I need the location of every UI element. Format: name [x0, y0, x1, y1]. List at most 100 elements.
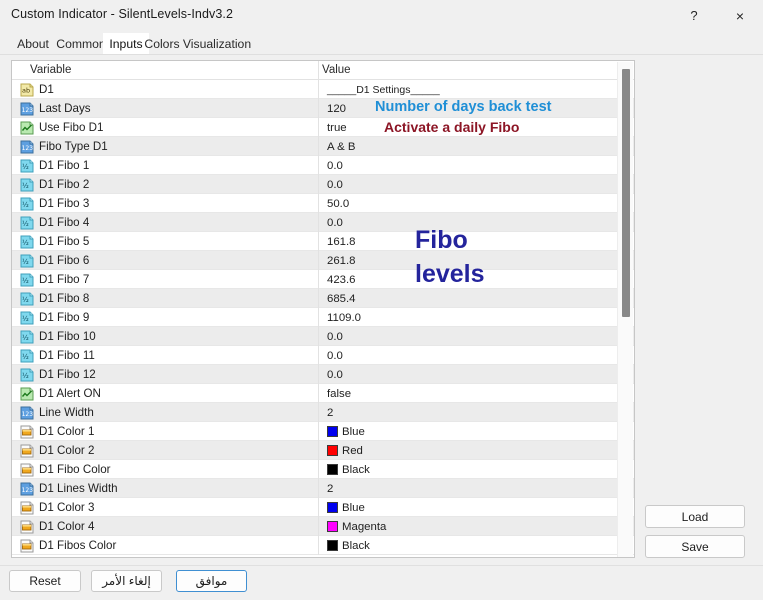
value-cell[interactable]: _____D1 Settings_____: [327, 80, 440, 99]
value-cell[interactable]: 0.0: [327, 213, 343, 232]
tab-visualization[interactable]: Visualization: [175, 33, 259, 54]
row-column-divider: [318, 251, 319, 270]
value-cell[interactable]: false: [327, 384, 351, 403]
table-row[interactable]: D1 Color 1 Blue: [12, 422, 634, 441]
variable-label: D1 Fibo 1: [39, 159, 90, 172]
row-column-divider: [318, 403, 319, 422]
value-cell[interactable]: true: [327, 118, 347, 137]
row-column-divider: [318, 460, 319, 479]
value-cell[interactable]: 0.0: [327, 175, 343, 194]
integer-type-icon: 123: [20, 406, 34, 420]
variable-label: D1 Fibo 6: [39, 254, 90, 267]
save-button[interactable]: Save: [645, 535, 745, 558]
value-cell[interactable]: 0.0: [327, 346, 343, 365]
variable-label: D1 Color 1: [39, 425, 95, 438]
row-column-divider: [318, 156, 319, 175]
reset-button[interactable]: Reset: [9, 570, 81, 592]
table-row[interactable]: ½ D1 Fibo 11 0.0: [12, 346, 634, 365]
row-column-divider: [318, 517, 319, 536]
color-swatch-icon: [327, 464, 338, 475]
table-row[interactable]: D1 Color 3 Blue: [12, 498, 634, 517]
svg-text:½: ½: [22, 182, 29, 190]
table-row[interactable]: Use Fibo D1 true: [12, 118, 634, 137]
variable-label: Line Width: [39, 406, 94, 419]
table-row[interactable]: D1 Alert ON false: [12, 384, 634, 403]
table-row[interactable]: ½ D1 Fibo 10 0.0: [12, 327, 634, 346]
variable-label: D1: [39, 83, 54, 96]
value-cell[interactable]: 1109.0: [327, 308, 361, 327]
value-cell[interactable]: 0.0: [327, 327, 343, 346]
variable-cell: 123 Last Days: [20, 99, 91, 118]
table-row[interactable]: 123 Line Width 2: [12, 403, 634, 422]
value-cell[interactable]: 423.6: [327, 270, 356, 289]
value-cell[interactable]: 50.0: [327, 194, 349, 213]
value-label: 0.0: [327, 178, 343, 191]
table-row[interactable]: D1 Color 2 Red: [12, 441, 634, 460]
table-row[interactable]: ab D1 _____D1 Settings_____: [12, 80, 634, 99]
color-type-icon: [20, 425, 34, 439]
value-label: 0.0: [327, 349, 343, 362]
tab-bar: About Common Inputs Colors Visualization: [0, 33, 763, 54]
value-cell[interactable]: 0.0: [327, 156, 343, 175]
table-row[interactable]: D1 Fibo Color Black: [12, 460, 634, 479]
ok-button[interactable]: موافق: [176, 570, 247, 592]
help-icon[interactable]: ?: [671, 0, 717, 31]
value-cell[interactable]: 261.8: [327, 251, 356, 270]
variable-cell: ½ D1 Fibo 3: [20, 194, 89, 213]
table-row[interactable]: 123 Last Days 120: [12, 99, 634, 118]
color-swatch-icon: [327, 426, 338, 437]
table-row[interactable]: D1 Color 4 Magenta: [12, 517, 634, 536]
load-button[interactable]: Load: [645, 505, 745, 528]
table-row[interactable]: ½ D1 Fibo 3 50.0: [12, 194, 634, 213]
column-header-value: Value: [322, 64, 351, 76]
table-row[interactable]: ½ D1 Fibo 8 685.4: [12, 289, 634, 308]
table-row[interactable]: ½ D1 Fibo 6 261.8: [12, 251, 634, 270]
value-cell[interactable]: 120: [327, 99, 346, 118]
variable-cell: D1 Color 4: [20, 517, 94, 536]
value-cell[interactable]: Black: [327, 536, 370, 555]
row-column-divider: [318, 365, 319, 384]
table-row[interactable]: D1 Fibos Color Black: [12, 536, 634, 555]
variable-label: D1 Lines Width: [39, 482, 118, 495]
value-cell[interactable]: 685.4: [327, 289, 356, 308]
value-cell[interactable]: Red: [327, 441, 363, 460]
table-row[interactable]: ½ D1 Fibo 9 1109.0: [12, 308, 634, 327]
color-swatch-icon: [327, 445, 338, 456]
value-cell[interactable]: 2: [327, 403, 333, 422]
table-row[interactable]: ½ D1 Fibo 5 161.8: [12, 232, 634, 251]
svg-text:½: ½: [22, 201, 29, 209]
value-cell[interactable]: 2: [327, 479, 333, 498]
value-label: 0.0: [327, 159, 343, 172]
custom-indicator-dialog: Custom Indicator - SilentLevels-Indv3.2 …: [0, 0, 763, 600]
variable-label: D1 Color 4: [39, 520, 95, 533]
value-cell[interactable]: Blue: [327, 422, 365, 441]
value-label: Blue: [342, 425, 365, 438]
close-icon[interactable]: ×: [717, 0, 763, 31]
variable-label: Fibo Type D1: [39, 140, 108, 153]
color-type-icon: [20, 539, 34, 553]
grid-header: Variable Value: [12, 61, 634, 80]
value-cell[interactable]: Black: [327, 460, 370, 479]
table-row[interactable]: ½ D1 Fibo 1 0.0: [12, 156, 634, 175]
double-type-icon: ½: [20, 178, 34, 192]
value-cell[interactable]: Magenta: [327, 517, 386, 536]
table-row[interactable]: ½ D1 Fibo 7 423.6: [12, 270, 634, 289]
table-row[interactable]: ½ D1 Fibo 4 0.0: [12, 213, 634, 232]
value-cell[interactable]: 161.8: [327, 232, 356, 251]
table-row[interactable]: ½ D1 Fibo 2 0.0: [12, 175, 634, 194]
value-cell[interactable]: Blue: [327, 498, 365, 517]
grid-scrollbar[interactable]: [617, 62, 633, 557]
variable-cell: ½ D1 Fibo 12: [20, 365, 96, 384]
table-row[interactable]: ½ D1 Fibo 12 0.0: [12, 365, 634, 384]
svg-text:½: ½: [22, 163, 29, 171]
value-cell[interactable]: A & B: [327, 137, 356, 156]
variable-cell: ½ D1 Fibo 7: [20, 270, 89, 289]
variable-label: D1 Fibo 8: [39, 292, 90, 305]
svg-text:½: ½: [22, 258, 29, 266]
scrollbar-thumb[interactable]: [622, 69, 630, 317]
table-row[interactable]: 123 D1 Lines Width 2: [12, 479, 634, 498]
cancel-button[interactable]: إلغاء الأمر: [91, 570, 162, 592]
svg-text:123: 123: [22, 145, 34, 152]
table-row[interactable]: 123 Fibo Type D1 A & B: [12, 137, 634, 156]
value-cell[interactable]: 0.0: [327, 365, 343, 384]
